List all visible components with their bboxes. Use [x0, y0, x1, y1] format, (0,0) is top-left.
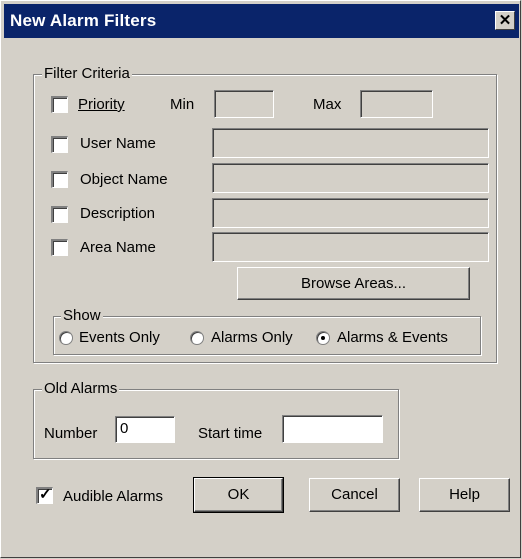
- user-name-label[interactable]: User Name: [80, 135, 156, 153]
- close-icon: ✕: [498, 12, 512, 29]
- area-name-label[interactable]: Area Name: [80, 239, 156, 257]
- new-alarm-filters-dialog: New Alarm Filters ✕ Filter Criteria Prio…: [0, 0, 521, 558]
- number-value: 0: [120, 420, 129, 437]
- browse-areas-button[interactable]: Browse Areas...: [237, 267, 470, 300]
- user-name-field[interactable]: [212, 128, 489, 158]
- events-only-radio[interactable]: [59, 331, 73, 345]
- number-label: Number: [44, 425, 98, 442]
- radio-selected-dot: [321, 336, 325, 340]
- number-field[interactable]: 0: [115, 416, 175, 443]
- browse-areas-label: Browse Areas...: [300, 275, 407, 292]
- alarms-only-radio[interactable]: [190, 331, 204, 345]
- window-title: New Alarm Filters: [10, 11, 157, 30]
- start-time-label: Start time: [198, 425, 263, 442]
- cancel-label: Cancel: [331, 486, 378, 503]
- alarms-only-label[interactable]: Alarms Only: [211, 329, 293, 347]
- max-label: Max: [313, 96, 342, 113]
- priority-checkbox[interactable]: [51, 96, 68, 113]
- title-bar[interactable]: New Alarm Filters ✕: [4, 4, 519, 38]
- object-name-checkbox[interactable]: [51, 171, 68, 188]
- help-button[interactable]: Help: [419, 478, 510, 512]
- min-priority-field[interactable]: [214, 90, 274, 118]
- filter-criteria-label: Filter Criteria: [42, 65, 132, 83]
- object-name-label[interactable]: Object Name: [80, 171, 168, 189]
- alarms-and-events-radio[interactable]: [316, 331, 330, 345]
- description-label[interactable]: Description: [80, 205, 155, 223]
- start-time-field[interactable]: [282, 415, 383, 443]
- old-alarms-label: Old Alarms: [42, 380, 120, 398]
- min-label: Min: [170, 96, 195, 113]
- area-name-field[interactable]: [212, 232, 489, 262]
- show-label: Show: [61, 307, 103, 325]
- ok-label: OK: [227, 486, 250, 503]
- area-name-checkbox[interactable]: [51, 239, 68, 256]
- description-field[interactable]: [212, 198, 489, 228]
- close-button[interactable]: ✕: [495, 11, 515, 30]
- max-priority-field[interactable]: [360, 90, 433, 118]
- help-label: Help: [449, 486, 480, 503]
- ok-button[interactable]: OK: [193, 477, 284, 513]
- user-name-checkbox[interactable]: [51, 136, 68, 153]
- alarms-and-events-label[interactable]: Alarms & Events: [337, 329, 448, 347]
- audible-alarms-label[interactable]: Audible Alarms: [63, 488, 163, 506]
- checkmark-icon: ✓: [39, 486, 52, 503]
- cancel-button[interactable]: Cancel: [309, 478, 400, 512]
- description-checkbox[interactable]: [51, 206, 68, 223]
- object-name-field[interactable]: [212, 163, 489, 193]
- priority-label[interactable]: Priority: [78, 96, 125, 114]
- events-only-label[interactable]: Events Only: [79, 329, 160, 347]
- audible-alarms-checkbox[interactable]: ✓: [36, 486, 53, 504]
